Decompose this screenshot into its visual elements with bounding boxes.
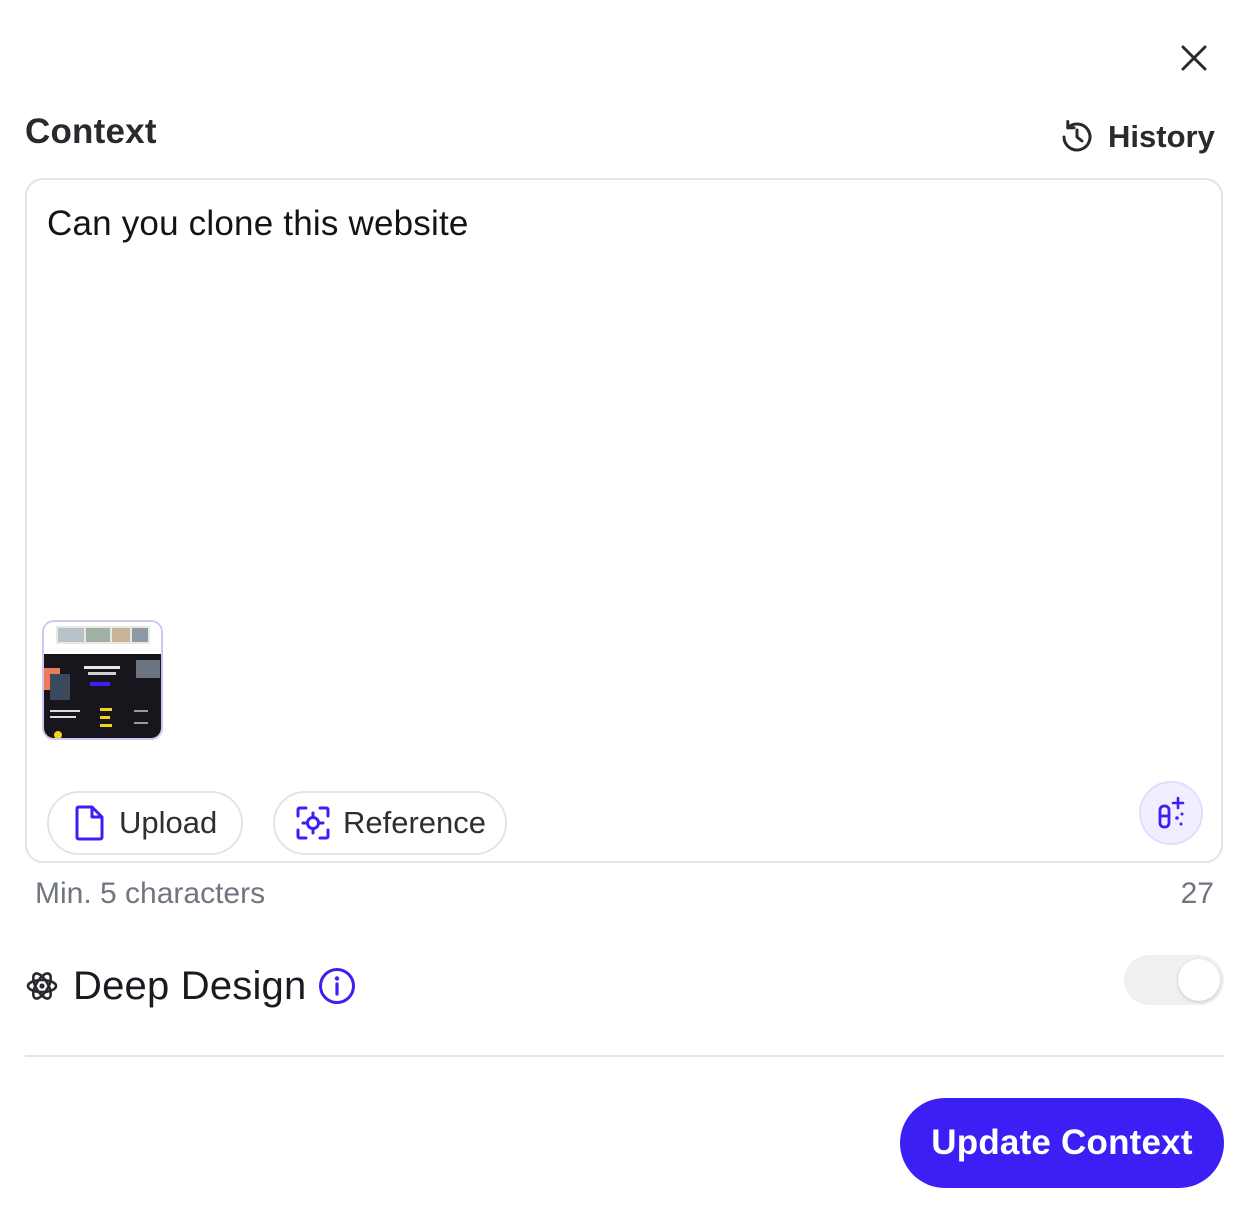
character-count: 27 [1180,877,1214,910]
toggle-knob [1178,959,1220,1001]
upload-button[interactable]: Upload [47,791,243,855]
min-characters-hint: Min. 5 characters [35,877,266,910]
divider [25,1055,1224,1057]
reference-button[interactable]: Reference [273,791,507,855]
magic-wand-icon [1158,796,1185,829]
deep-design-label: Deep Design [73,963,307,1008]
history-label: History [1108,119,1215,154]
target-scan-icon [296,806,330,840]
history-button[interactable]: History [1058,115,1215,159]
deep-design-toggle[interactable] [1124,955,1224,1005]
close-button[interactable] [1172,36,1216,80]
context-editor: Can you clone this website Upload Refere… [25,178,1223,863]
update-context-button[interactable]: Update Context [900,1098,1224,1188]
deep-design-row: Deep Design [25,956,356,1016]
website-preview-image [44,622,161,738]
file-icon [75,805,104,841]
info-icon[interactable] [318,967,356,1005]
page-title: Context [25,112,157,151]
atom-icon [26,972,58,1000]
close-icon [1181,45,1207,71]
history-icon [1062,120,1092,152]
reference-label: Reference [343,805,487,840]
upload-label: Upload [119,805,218,840]
attached-screenshot-thumbnail[interactable] [42,620,163,740]
enhance-prompt-button[interactable] [1139,781,1203,845]
context-textarea[interactable]: Can you clone this website [47,204,1197,244]
